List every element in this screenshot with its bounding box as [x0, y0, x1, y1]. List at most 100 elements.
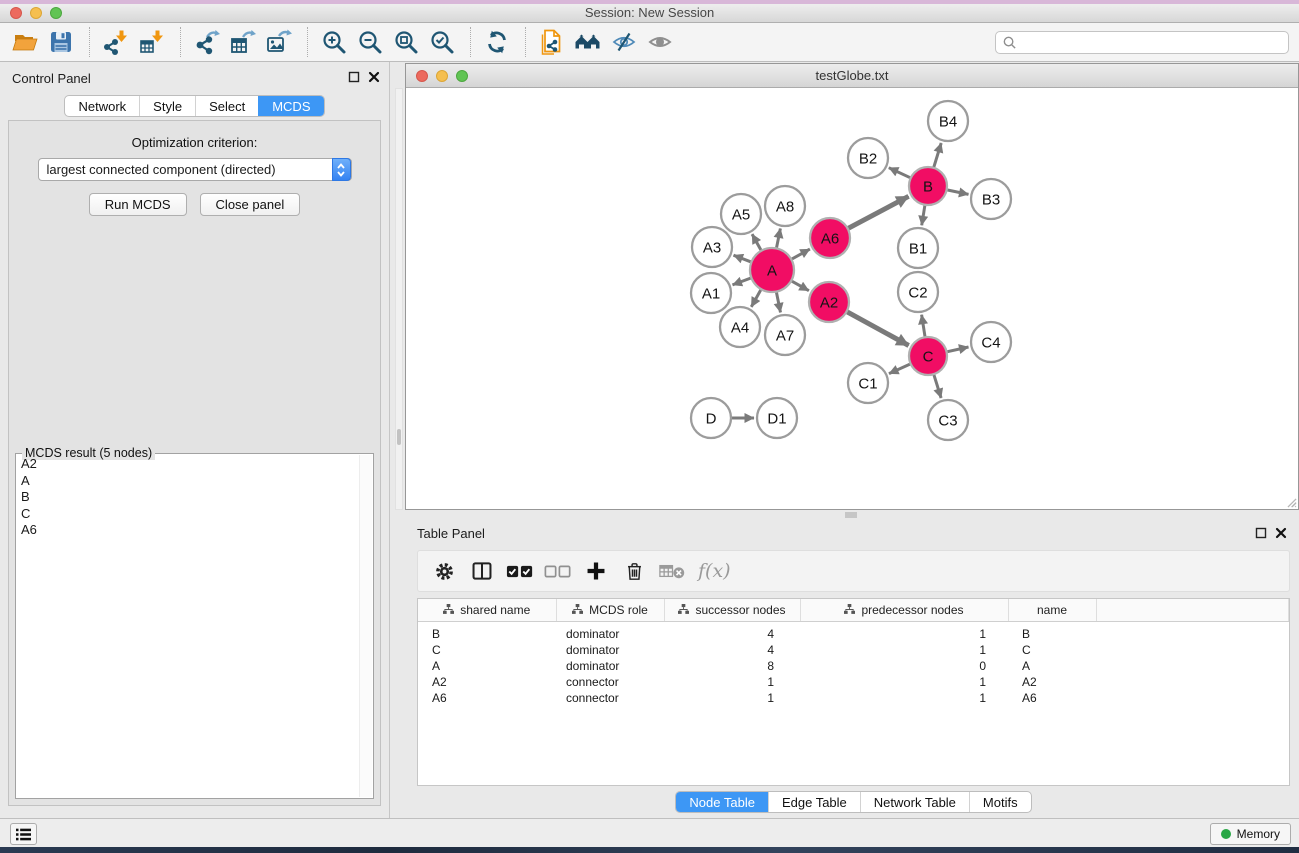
- cell[interactable]: 1: [800, 674, 1008, 690]
- table-tab-motifs[interactable]: Motifs: [969, 792, 1031, 812]
- delete-column-button[interactable]: [618, 555, 650, 587]
- result-item-a2[interactable]: A2: [17, 456, 358, 473]
- tab-select[interactable]: Select: [195, 96, 258, 116]
- column-header-shared-name[interactable]: shared name: [418, 599, 556, 621]
- result-item-b[interactable]: B: [17, 489, 358, 506]
- desktop-vertical-scrollbar[interactable]: [395, 88, 403, 510]
- edge-C-C1[interactable]: [889, 363, 913, 374]
- column-header-name[interactable]: name: [1008, 599, 1096, 621]
- cell[interactable]: A2: [418, 674, 556, 690]
- edge-A-A2[interactable]: [789, 280, 809, 291]
- column-header-successor-nodes[interactable]: successor nodes: [664, 599, 800, 621]
- result-scrollbar[interactable]: [359, 455, 372, 797]
- show-panel-list-button[interactable]: [10, 823, 37, 845]
- close-panel-button[interactable]: Close panel: [200, 193, 301, 216]
- export-table-button[interactable]: [226, 25, 259, 59]
- close-panel-icon[interactable]: [368, 71, 380, 83]
- edge-B-B4[interactable]: [933, 143, 941, 170]
- show-panels-button[interactable]: [643, 25, 676, 59]
- edge-C-C2[interactable]: [922, 315, 926, 340]
- column-header-mcds-role[interactable]: MCDS role: [556, 599, 664, 621]
- edge-B-B1[interactable]: [922, 203, 926, 226]
- cell[interactable]: dominator: [556, 658, 664, 674]
- cell[interactable]: A6: [418, 690, 556, 706]
- table-row[interactable]: Adominator80A: [418, 658, 1289, 674]
- function-builder-icon[interactable]: f(x): [694, 560, 731, 582]
- add-column-button[interactable]: [580, 555, 612, 587]
- table-row[interactable]: A6connector11A6: [418, 690, 1289, 706]
- column-header-predecessor-nodes[interactable]: predecessor nodes: [800, 599, 1008, 621]
- export-image-button[interactable]: [262, 25, 295, 59]
- zoom-fit-button[interactable]: [389, 25, 422, 59]
- edge-B-B3[interactable]: [945, 189, 969, 194]
- table-row[interactable]: Cdominator41C: [418, 642, 1289, 658]
- tab-mcds[interactable]: MCDS: [258, 96, 323, 116]
- edge-A-A3[interactable]: [734, 255, 754, 263]
- resize-grip-icon[interactable]: [1285, 496, 1297, 508]
- edge-B-B2[interactable]: [889, 168, 913, 179]
- table-tab-node-table[interactable]: Node Table: [676, 792, 768, 812]
- import-table-button[interactable]: [135, 25, 168, 59]
- cell[interactable]: dominator: [556, 642, 664, 658]
- zoom-window-button[interactable]: [50, 7, 62, 19]
- cell[interactable]: B: [418, 621, 556, 642]
- table-row[interactable]: Bdominator41B: [418, 621, 1289, 642]
- open-session-button[interactable]: [8, 25, 41, 59]
- edge-A-A5[interactable]: [752, 234, 762, 252]
- table-tab-network-table[interactable]: Network Table: [860, 792, 969, 812]
- cell[interactable]: 1: [664, 690, 800, 706]
- float-panel-icon[interactable]: [348, 71, 360, 83]
- zoom-out-button[interactable]: [353, 25, 386, 59]
- home-button[interactable]: [571, 25, 604, 59]
- tab-style[interactable]: Style: [139, 96, 195, 116]
- network-zoom-button[interactable]: [456, 70, 468, 82]
- result-item-c[interactable]: C: [17, 506, 358, 523]
- table-row[interactable]: A2connector11A2: [418, 674, 1289, 690]
- refresh-button[interactable]: [480, 25, 513, 59]
- import-network-button[interactable]: [99, 25, 132, 59]
- select-all-columns-button[interactable]: [504, 555, 536, 587]
- tab-network[interactable]: Network: [65, 96, 139, 116]
- cell[interactable]: 1: [664, 674, 800, 690]
- table-tab-edge-table[interactable]: Edge Table: [768, 792, 860, 812]
- network-close-button[interactable]: [416, 70, 428, 82]
- cell[interactable]: connector: [556, 690, 664, 706]
- cell[interactable]: 8: [664, 658, 800, 674]
- zoom-selected-button[interactable]: [425, 25, 458, 59]
- cell[interactable]: C: [418, 642, 556, 658]
- edge-A-A1[interactable]: [733, 277, 754, 285]
- cell[interactable]: 1: [800, 690, 1008, 706]
- network-graph[interactable]: AA1A2A3A4A5A6A7A8BB1B2B3B4CC1C2C3C4DD1: [406, 89, 1298, 509]
- run-mcds-button[interactable]: Run MCDS: [89, 193, 187, 216]
- cell[interactable]: A: [418, 658, 556, 674]
- edge-C-C3[interactable]: [933, 372, 941, 398]
- cell[interactable]: 4: [664, 621, 800, 642]
- search-input[interactable]: [1017, 36, 1282, 50]
- cell[interactable]: 0: [800, 658, 1008, 674]
- memory-button[interactable]: Memory: [1210, 823, 1291, 845]
- split-table-view-button[interactable]: [466, 555, 498, 587]
- hide-panels-button[interactable]: [607, 25, 640, 59]
- cell[interactable]: 1: [800, 642, 1008, 658]
- optimization-criterion-select[interactable]: largest connected component (directed): [38, 158, 352, 181]
- horizontal-scroll-thumb[interactable]: [845, 512, 857, 518]
- cell[interactable]: dominator: [556, 621, 664, 642]
- edge-A-A7[interactable]: [776, 290, 781, 313]
- edge-A-A6[interactable]: [790, 249, 810, 260]
- export-network-button[interactable]: [190, 25, 223, 59]
- cell[interactable]: B: [1008, 621, 1096, 642]
- node-table[interactable]: shared nameMCDS rolesuccessor nodesprede…: [418, 599, 1289, 706]
- edge-C-C4[interactable]: [945, 347, 969, 352]
- table-settings-button[interactable]: [428, 555, 460, 587]
- mcds-result-list[interactable]: A2ABCA6: [17, 456, 358, 797]
- close-window-button[interactable]: [10, 7, 22, 19]
- cell[interactable]: A: [1008, 658, 1096, 674]
- result-item-a6[interactable]: A6: [17, 522, 358, 539]
- result-item-a[interactable]: A: [17, 473, 358, 490]
- edge-A2-C[interactable]: [845, 311, 909, 346]
- close-table-panel-icon[interactable]: [1275, 527, 1287, 539]
- edge-A6-B[interactable]: [846, 196, 909, 229]
- edge-A-A8[interactable]: [776, 229, 780, 251]
- cell[interactable]: A6: [1008, 690, 1096, 706]
- vertical-scroll-thumb[interactable]: [397, 429, 401, 445]
